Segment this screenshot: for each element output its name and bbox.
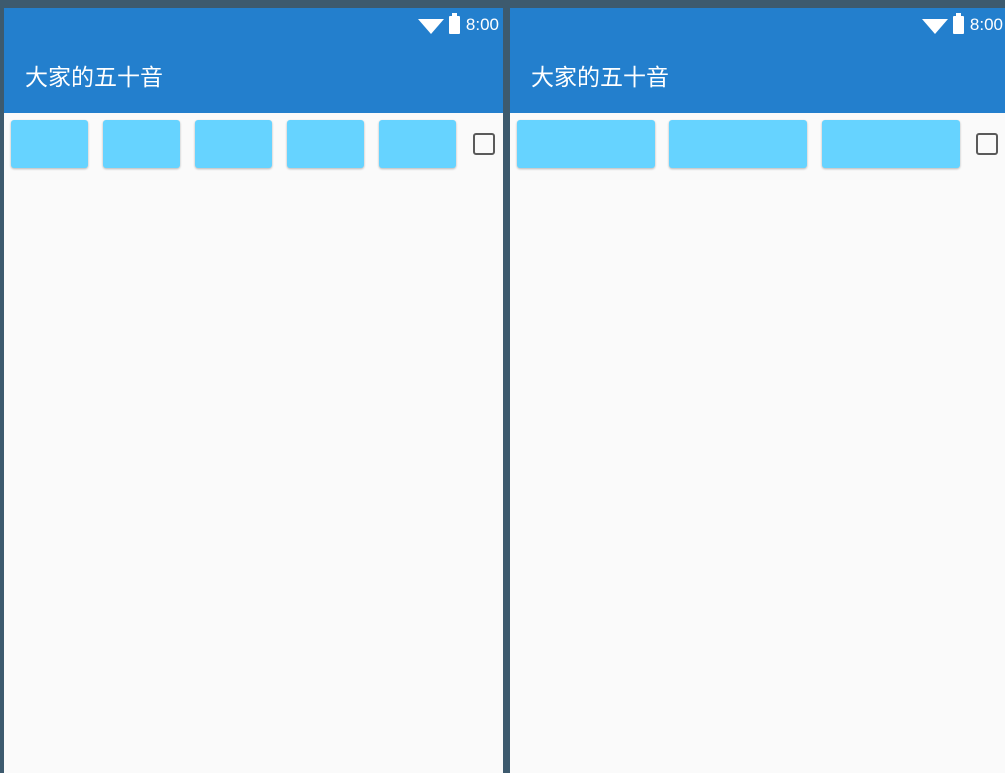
kana-button-1[interactable]: [11, 120, 88, 168]
checkbox[interactable]: [976, 133, 998, 155]
wifi-icon: [417, 18, 444, 34]
phone-screen-left: 8:00 大家的五十音: [4, 8, 503, 773]
kana-button-1[interactable]: [517, 120, 655, 168]
kana-button-3[interactable]: [195, 120, 272, 168]
app-bar: 大家的五十音: [4, 43, 503, 113]
kana-button-3[interactable]: [822, 120, 960, 168]
phone-screen-right: 8:00 大家的五十音: [510, 8, 1005, 773]
status-icons: 8:00: [417, 13, 499, 37]
status-clock: 8:00: [465, 15, 499, 34]
kana-button-2[interactable]: [669, 120, 807, 168]
app-bar: 大家的五十音: [510, 43, 1005, 113]
kana-button-5[interactable]: [379, 120, 456, 168]
button-row: [510, 120, 1005, 169]
app-title: 大家的五十音: [25, 65, 163, 91]
battery-icon: [448, 13, 460, 34]
checkbox[interactable]: [473, 133, 495, 155]
app-title: 大家的五十音: [531, 65, 669, 91]
status-clock: 8:00: [969, 15, 1003, 34]
kana-button-2[interactable]: [103, 120, 180, 168]
battery-icon: [952, 13, 964, 34]
kana-button-4[interactable]: [287, 120, 364, 168]
button-row: [4, 120, 503, 169]
wifi-icon: [921, 18, 948, 34]
status-bar: 8:00: [510, 8, 1005, 43]
status-bar: 8:00: [4, 8, 503, 43]
status-icons: 8:00: [921, 13, 1003, 37]
